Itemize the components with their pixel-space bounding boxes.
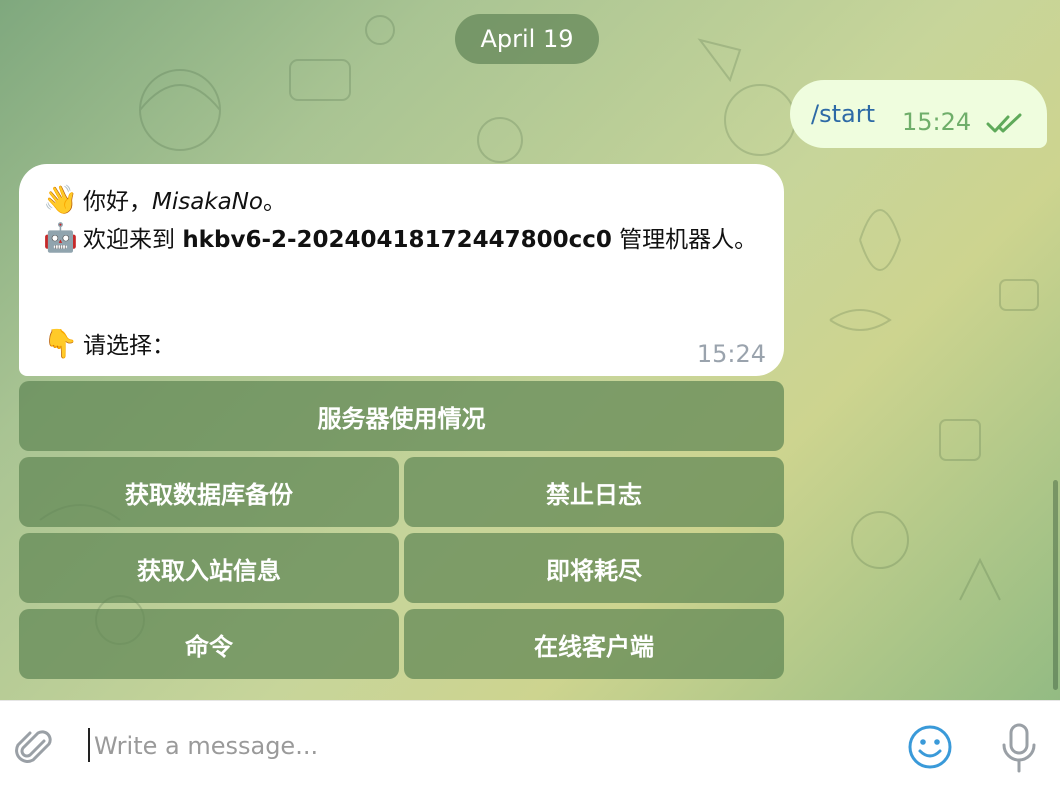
chat-area: April 19 /start 15:24 👋 你好，MisakaNo。 🤖 欢迎来…	[0, 0, 1060, 700]
microphone-icon[interactable]	[998, 721, 1040, 775]
pointing-down-emoji: 👇	[43, 327, 78, 360]
double-check-icon	[986, 113, 1022, 133]
message-composer	[0, 700, 1060, 790]
prompt-line: 👇 请选择：	[43, 326, 175, 360]
paperclip-icon[interactable]	[14, 727, 56, 769]
incoming-message[interactable]: 👋 你好，MisakaNo。 🤖 欢迎来到 hkbv6-2-202404181724…	[19, 164, 784, 376]
db-backup-button[interactable]: 获取数据库备份	[19, 457, 399, 527]
message-text[interactable]: /start	[811, 100, 875, 128]
bot-name: hkbv6-2-20240418172447800cc0	[182, 227, 612, 253]
commands-button[interactable]: 命令	[19, 609, 399, 679]
welcome-line: 🤖 欢迎来到 hkbv6-2-20240418172447800cc0 管理机器人…	[43, 220, 757, 254]
robot-emoji: 🤖	[43, 221, 78, 254]
prompt-text: 请选择：	[83, 333, 175, 359]
greeting-suffix: 。	[263, 189, 287, 215]
disable-logs-button[interactable]: 禁止日志	[404, 457, 784, 527]
scrollbar[interactable]	[1053, 480, 1058, 690]
message-time: 15:24	[696, 340, 766, 368]
waving-hand-emoji: 👋	[43, 183, 78, 216]
depleting-button[interactable]: 即将耗尽	[404, 533, 784, 603]
greeting-line: 👋 你好，MisakaNo。	[43, 182, 286, 216]
message-time: 15:24	[902, 108, 972, 136]
welcome-suffix: 管理机器人。	[611, 227, 758, 253]
server-usage-button[interactable]: 服务器使用情况	[19, 381, 784, 451]
message-input[interactable]	[92, 721, 876, 771]
inbound-info-button[interactable]: 获取入站信息	[19, 533, 399, 603]
text-cursor	[88, 728, 90, 762]
user-name: MisakaNo	[152, 189, 264, 215]
smiley-icon[interactable]	[906, 723, 954, 771]
date-separator: April 19	[455, 14, 599, 64]
online-clients-button[interactable]: 在线客户端	[404, 609, 784, 679]
welcome-prefix: 欢迎来到	[83, 227, 183, 253]
outgoing-message[interactable]: /start 15:24	[790, 80, 1047, 148]
greeting-prefix: 你好，	[83, 189, 152, 215]
